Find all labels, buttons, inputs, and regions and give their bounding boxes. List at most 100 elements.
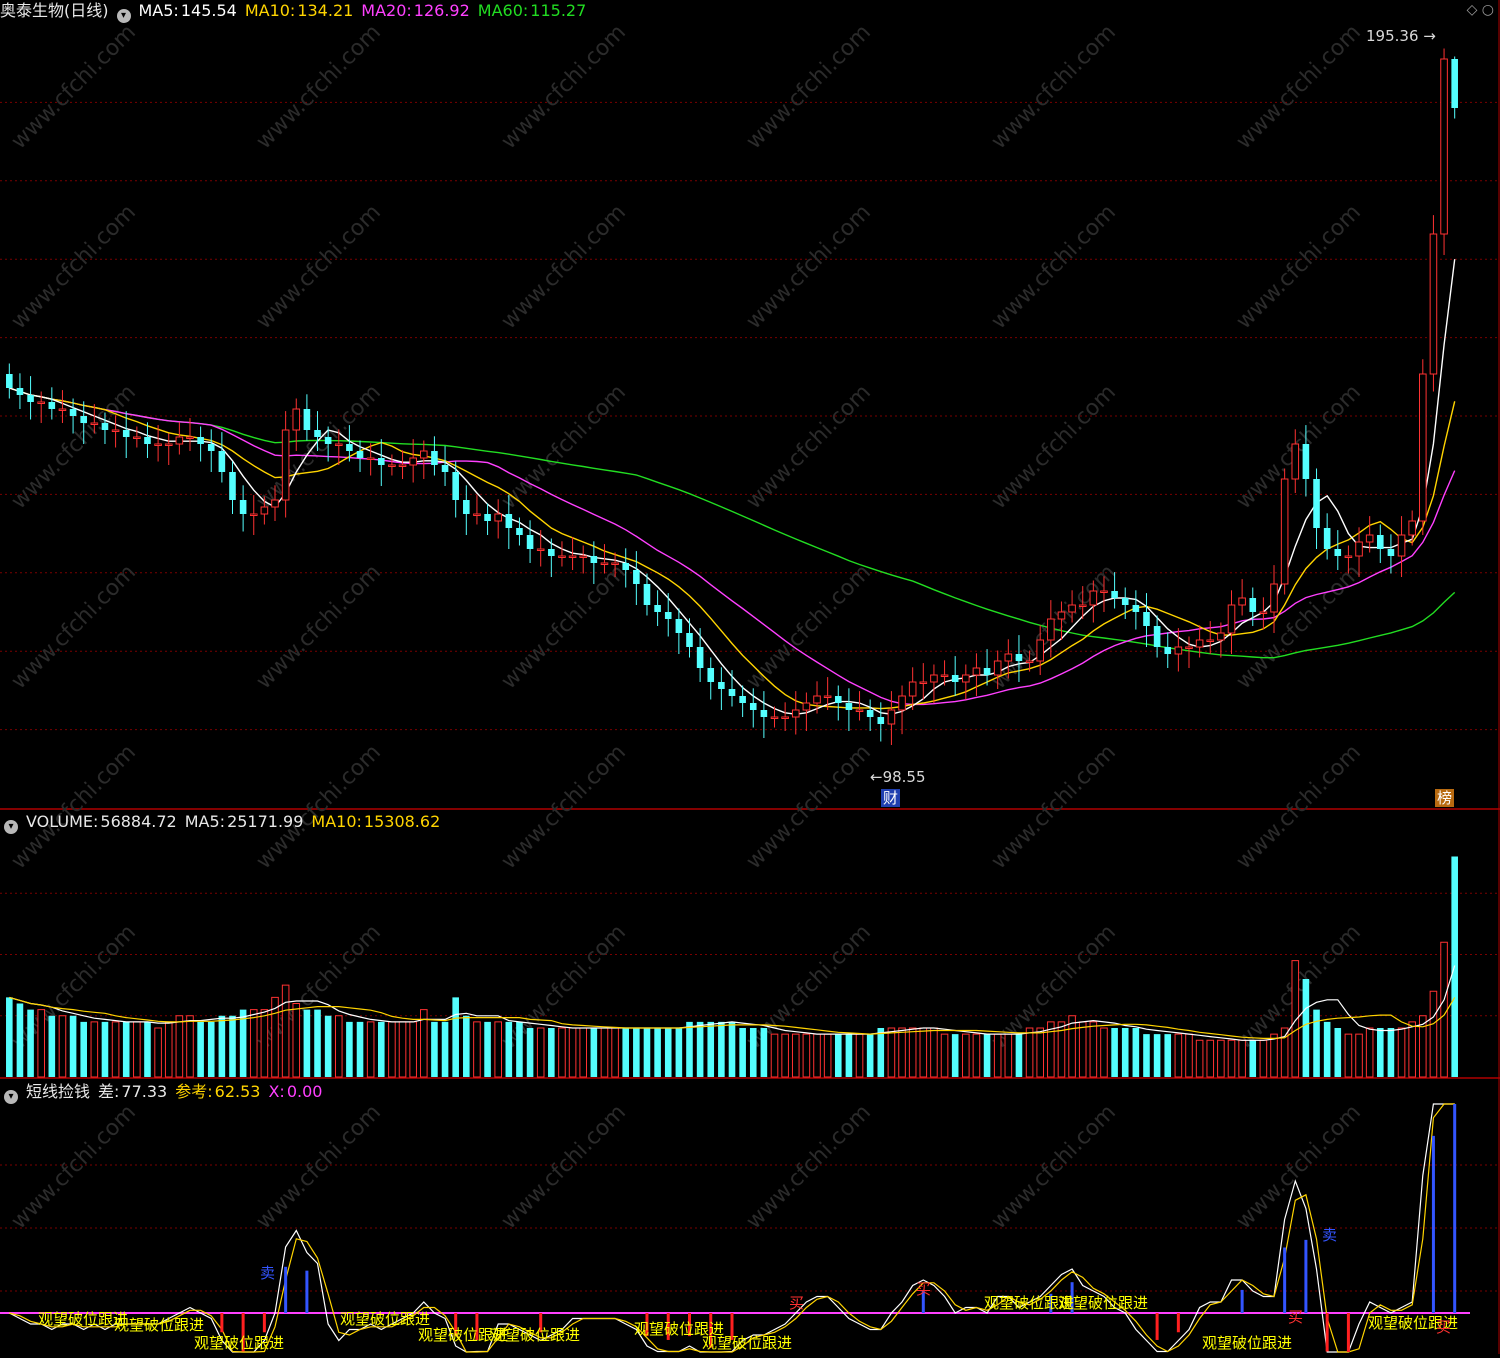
volume-bar <box>728 1021 736 1077</box>
indicator-diff-label: 差: <box>98 1082 120 1101</box>
watermark-text: www.cfchi.com <box>987 20 1121 154</box>
chevron-down-icon[interactable]: ▾ <box>4 1090 18 1104</box>
candle-body <box>1164 647 1172 654</box>
candle-body <box>37 401 45 404</box>
volume-bar <box>1068 1015 1076 1078</box>
candle-body <box>1238 597 1246 606</box>
volume-bar <box>962 1033 970 1078</box>
indicator-signal-label: 观望破位跟进 <box>1058 1294 1149 1312</box>
candle-body <box>80 416 88 423</box>
candle-body <box>1376 535 1384 549</box>
indicator-x-label: X: <box>268 1082 285 1101</box>
volume-bar <box>898 1027 906 1078</box>
volume-bar <box>473 1021 481 1078</box>
volume-bar <box>1227 1039 1236 1078</box>
volume-bar <box>791 1033 800 1078</box>
watermark-text: www.cfchi.com <box>252 20 386 154</box>
indicator-buy-label: 买 <box>916 1280 932 1298</box>
volume-bar <box>175 1015 184 1078</box>
ma60-value: 115.27 <box>530 1 587 20</box>
candle-body <box>866 710 874 717</box>
volume-bar <box>144 1021 151 1077</box>
candle-body <box>1004 653 1013 662</box>
candle-body <box>855 709 864 712</box>
candle-body <box>919 681 928 684</box>
candle-body <box>611 562 619 565</box>
candle-body <box>1057 611 1066 620</box>
candle-body <box>1344 555 1353 558</box>
candle-body <box>516 528 523 535</box>
candle-body <box>1132 605 1140 612</box>
candle-body <box>101 423 109 430</box>
volume-bar <box>229 1015 236 1077</box>
volume-bar <box>1015 1034 1023 1077</box>
volume-ma10-value: 15308.62 <box>363 812 441 831</box>
watermark-text: www.cfchi.com <box>742 740 876 874</box>
indicator-ref-value: 62.53 <box>214 1082 261 1101</box>
volume-bar <box>16 1003 24 1077</box>
volume-bar <box>1355 1033 1363 1078</box>
ma10-value: 134.21 <box>297 1 354 20</box>
candle-body <box>154 443 162 446</box>
volume-bar <box>1174 1033 1183 1078</box>
candle-body <box>1440 58 1448 235</box>
volume-bar <box>186 1015 194 1078</box>
chevron-down-icon[interactable]: ▾ <box>4 820 18 834</box>
candle-body <box>1185 646 1193 649</box>
volume-bar <box>866 1034 874 1077</box>
candle-body <box>69 409 77 416</box>
ma10-label: MA10: <box>244 1 296 20</box>
badge-bang[interactable]: 榜 <box>1435 789 1455 807</box>
volume-bar <box>823 1033 832 1078</box>
candle-body <box>781 716 789 719</box>
chevron-down-icon[interactable]: ▾ <box>116 9 131 23</box>
watermark-text: www.cfchi.com <box>987 200 1121 334</box>
volume-bar <box>749 1028 757 1077</box>
ma5-value: 145.54 <box>180 1 237 20</box>
candle-body <box>707 668 715 682</box>
watermark-text: www.cfchi.com <box>497 740 631 874</box>
high-price-value: 195.36 <box>1366 27 1419 45</box>
indicator-sell-label: 卖 <box>260 1264 276 1282</box>
candle-body <box>6 374 13 388</box>
candle-body <box>898 695 906 711</box>
candle-body <box>962 674 970 683</box>
candle-body <box>536 548 545 551</box>
candle-body <box>144 437 151 444</box>
volume-bar <box>1217 1039 1225 1078</box>
candle-body <box>1068 604 1076 613</box>
indicator-signal-label: 观望破位跟进 <box>702 1334 793 1352</box>
candle-body <box>1313 479 1320 528</box>
volume-bar <box>388 1021 396 1078</box>
volume-bar <box>1089 1021 1098 1078</box>
candle-body <box>1047 618 1055 641</box>
ma5-line <box>9 259 1456 715</box>
candle-body <box>600 562 609 565</box>
volume-bar <box>1440 941 1448 1078</box>
watermark-text: www.cfchi.com <box>7 560 141 694</box>
candle-body <box>197 437 204 444</box>
volume-bar <box>1143 1034 1150 1077</box>
candle-body <box>770 716 779 719</box>
candle-body <box>218 451 226 472</box>
window-controls[interactable]: ◇ ○ <box>1467 2 1494 18</box>
volume-bar <box>1238 1039 1246 1078</box>
candle-body <box>505 514 513 528</box>
volume-bar <box>260 1009 269 1078</box>
candle-body <box>1111 591 1118 598</box>
badge-cai[interactable]: 财 <box>881 789 901 807</box>
volume-bar <box>218 1015 226 1077</box>
candle-body <box>1302 444 1310 479</box>
watermark-text: www.cfchi.com <box>252 740 386 874</box>
candle-body <box>1451 59 1458 108</box>
watermark-text: www.cfchi.com <box>987 1100 1121 1234</box>
candle-body <box>760 710 768 717</box>
volume-bar <box>622 1028 630 1077</box>
volume-bar <box>590 1028 598 1077</box>
high-price-label: 195.36 → <box>1366 27 1436 45</box>
watermark-text: www.cfchi.com <box>987 740 1121 874</box>
indicator-signal-label: 观望破位跟进 <box>194 1334 285 1352</box>
volume-bar <box>802 1033 811 1078</box>
indicator-buy-label: 买 <box>1288 1308 1304 1326</box>
candle-body <box>1397 534 1406 557</box>
